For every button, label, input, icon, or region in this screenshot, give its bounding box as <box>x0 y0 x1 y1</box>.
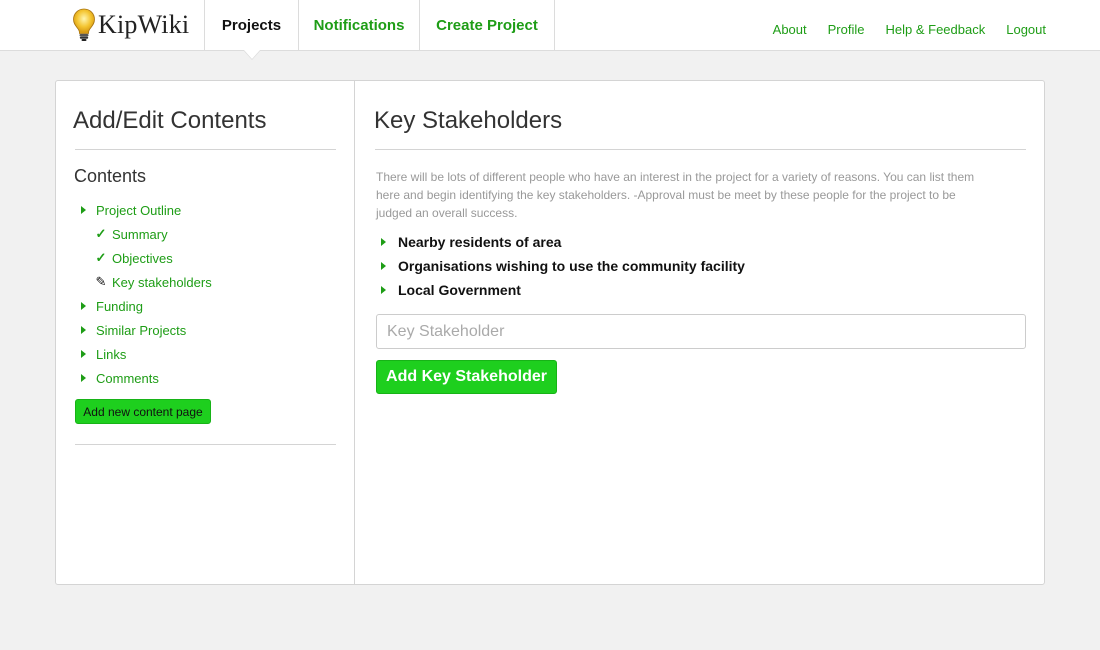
app-name: KipWiki <box>98 10 190 39</box>
divider <box>75 444 336 445</box>
sidebar-item-objectives[interactable]: ✓ Objectives <box>80 246 212 270</box>
stakeholder-label: Nearby residents of area <box>398 234 562 250</box>
section-description: There will be lots of different people w… <box>376 170 975 220</box>
stakeholder-label: Organisations wishing to use the communi… <box>398 258 745 274</box>
top-navigation-bar: KipWiki Projects Notifications Create Pr… <box>0 0 1100 60</box>
triangle-right-icon <box>81 326 86 334</box>
sidebar-item-label: Objectives <box>112 250 173 266</box>
add-key-stakeholder-button[interactable]: Add Key Stakeholder <box>376 360 557 394</box>
triangle-right-icon <box>381 286 386 294</box>
sidebar-item-key-stakeholders[interactable]: ✎ Key stakeholders <box>80 270 212 294</box>
triangle-right-icon <box>81 350 86 358</box>
sidebar-item-similar-projects[interactable]: Similar Projects <box>80 318 212 342</box>
tab-projects[interactable]: Projects <box>205 0 299 60</box>
sidebar-item-project-outline[interactable]: Project Outline <box>80 198 212 222</box>
app-logo[interactable]: KipWiki <box>72 7 189 43</box>
add-content-page-button[interactable]: Add new content page <box>75 399 211 424</box>
divider <box>375 149 1026 150</box>
top-links: About Profile Help & Feedback Logout <box>773 22 1046 37</box>
stakeholders-content: Key Stakeholders There will be lots of d… <box>356 81 1044 584</box>
key-stakeholder-input[interactable] <box>376 314 1026 349</box>
profile-link[interactable]: Profile <box>828 22 865 37</box>
list-item: Nearby residents of area <box>380 230 745 254</box>
stakeholder-label: Local Government <box>398 282 521 298</box>
triangle-right-icon <box>81 206 86 214</box>
list-item: Organisations wishing to use the communi… <box>380 254 745 278</box>
contents-heading: Contents <box>74 166 147 186</box>
divider <box>75 149 336 150</box>
sidebar-title: Add/Edit Contents <box>73 107 267 134</box>
tab-label: Notifications <box>313 16 405 34</box>
contents-sidebar: Add/Edit Contents Contents Project Outli… <box>56 81 355 584</box>
lightbulb-icon <box>73 8 95 41</box>
active-tab-pointer <box>243 50 260 59</box>
tab-notifications[interactable]: Notifications <box>299 0 420 50</box>
triangle-right-icon <box>381 262 386 270</box>
tab-label: Projects <box>221 16 282 34</box>
contents-list: Project Outline ✓ Summary ✓ Objectives ✎… <box>80 198 212 390</box>
sidebar-item-summary[interactable]: ✓ Summary <box>80 222 212 246</box>
tab-label: Create Project <box>436 16 538 34</box>
logout-link[interactable]: Logout <box>1006 22 1046 37</box>
stakeholder-list: Nearby residents of area Organisations w… <box>380 230 745 302</box>
main-panel: Add/Edit Contents Contents Project Outli… <box>55 80 1045 585</box>
pencil-icon: ✎ <box>95 274 107 289</box>
triangle-right-icon <box>81 302 86 310</box>
sidebar-item-comments[interactable]: Comments <box>80 366 212 390</box>
sidebar-item-label: Project Outline <box>96 202 182 218</box>
sidebar-item-links[interactable]: Links <box>80 342 212 366</box>
sidebar-item-label: Key stakeholders <box>112 274 212 290</box>
sidebar-item-label: Comments <box>96 370 159 386</box>
sidebar-item-label: Funding <box>96 298 143 314</box>
sidebar-item-label: Links <box>96 346 127 362</box>
check-icon: ✓ <box>95 250 107 265</box>
about-link[interactable]: About <box>773 22 807 37</box>
tab-create-project[interactable]: Create Project <box>420 0 555 50</box>
list-item: Local Government <box>380 278 745 302</box>
sidebar-item-funding[interactable]: Funding <box>80 294 212 318</box>
main-tabs: Projects Notifications Create Project <box>204 0 555 60</box>
check-icon: ✓ <box>95 226 107 241</box>
help-feedback-link[interactable]: Help & Feedback <box>886 22 986 37</box>
sidebar-item-label: Similar Projects <box>96 322 187 338</box>
page-title: Key Stakeholders <box>374 107 563 134</box>
triangle-right-icon <box>381 238 386 246</box>
triangle-right-icon <box>81 374 86 382</box>
sidebar-item-label: Summary <box>112 226 168 242</box>
